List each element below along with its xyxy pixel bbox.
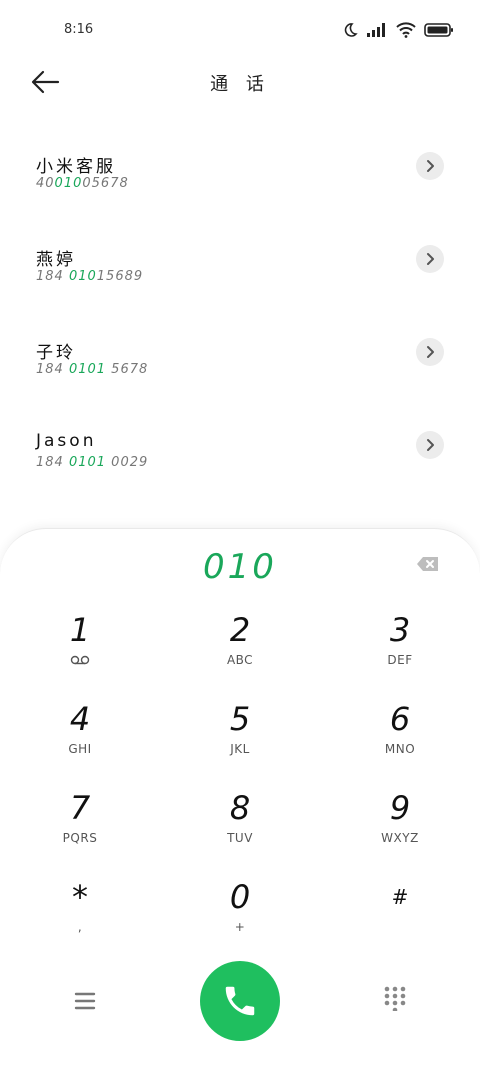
contact-number: 184 01015689 bbox=[36, 269, 143, 284]
status-bar: 8:16 bbox=[0, 0, 480, 60]
key-7[interactable]: 7 PQRS bbox=[20, 789, 140, 869]
contact-name: 燕婷 bbox=[36, 250, 76, 270]
key-letters: TUV bbox=[227, 831, 253, 845]
key-letters: + bbox=[234, 920, 246, 934]
contact-row[interactable]: 燕婷 184 01015689 bbox=[0, 213, 480, 306]
contact-row[interactable]: 小米客服 4001005678 bbox=[0, 120, 480, 213]
number-suffix: 15689 bbox=[96, 269, 144, 284]
key-digit: 9 bbox=[389, 789, 411, 827]
contact-name: 小米客服 bbox=[36, 157, 116, 177]
menu-icon bbox=[74, 992, 96, 1010]
contact-detail-button[interactable] bbox=[416, 431, 444, 459]
header: 通 话 bbox=[0, 60, 480, 106]
key-letters: DEF bbox=[387, 653, 413, 667]
number-suffix: 05678 bbox=[82, 176, 129, 191]
number-match: 010 bbox=[68, 269, 97, 284]
contact-name: 子玲 bbox=[36, 343, 76, 363]
battery-icon bbox=[424, 23, 453, 37]
contact-detail-button[interactable] bbox=[416, 338, 444, 366]
contact-row[interactable]: Jason 184 0101 0029 bbox=[0, 399, 480, 492]
signal-icon bbox=[367, 23, 385, 37]
dialpad-bottom-bar bbox=[0, 961, 480, 1041]
key-3[interactable]: 3 DEF bbox=[340, 611, 460, 691]
key-digit: # bbox=[391, 885, 409, 909]
key-letters: GHI bbox=[68, 742, 92, 756]
key-letters: JKL bbox=[230, 742, 250, 756]
phone-icon bbox=[225, 986, 255, 1016]
menu-button[interactable] bbox=[70, 989, 100, 1013]
number-prefix: 184 bbox=[36, 455, 69, 470]
call-button[interactable] bbox=[200, 961, 280, 1041]
key-4[interactable]: 4 GHI bbox=[20, 700, 140, 780]
backspace-button[interactable] bbox=[416, 555, 440, 573]
key-hash[interactable]: # bbox=[340, 878, 460, 958]
key-letters: , bbox=[77, 920, 83, 934]
status-time: 8:16 bbox=[64, 22, 94, 37]
key-2[interactable]: 2 ABC bbox=[180, 611, 300, 691]
contact-name: Jason bbox=[36, 431, 97, 451]
key-digit: 8 bbox=[229, 789, 251, 827]
number-match: 0101 bbox=[68, 362, 107, 377]
key-letters: MNO bbox=[384, 742, 416, 756]
key-digit: 2 bbox=[229, 611, 251, 649]
key-letters: ABC bbox=[226, 653, 254, 667]
contact-row[interactable]: 子玲 184 0101 5678 bbox=[0, 306, 480, 399]
number-prefix: 184 bbox=[36, 362, 69, 377]
status-icons bbox=[342, 22, 454, 38]
wifi-icon bbox=[396, 22, 416, 38]
key-0[interactable]: 0 + bbox=[180, 878, 300, 958]
key-digit: 4 bbox=[69, 700, 91, 738]
contact-detail-button[interactable] bbox=[416, 245, 444, 273]
key-digit: 1 bbox=[69, 611, 91, 649]
number-suffix: 5678 bbox=[106, 362, 149, 377]
number-prefix: 184 bbox=[36, 269, 69, 284]
key-star[interactable]: * , bbox=[20, 878, 140, 958]
key-letters: WXYZ bbox=[381, 831, 419, 845]
key-1[interactable]: 1 bbox=[20, 611, 140, 691]
key-digit: 7 bbox=[69, 789, 91, 827]
number-match: 010 bbox=[54, 176, 83, 191]
contact-detail-button[interactable] bbox=[416, 152, 444, 180]
number-suffix: 0029 bbox=[106, 455, 149, 470]
dialpad-panel: 010 1 2 ABC 3 DEF 4 GHI 5 JKL 6 MNO 7 PQ… bbox=[0, 528, 480, 1067]
chevron-right-icon bbox=[427, 439, 434, 451]
page-title: 通 话 bbox=[210, 74, 270, 95]
dialpad-icon bbox=[384, 986, 406, 1013]
key-6[interactable]: 6 MNO bbox=[340, 700, 460, 780]
key-letters: PQRS bbox=[62, 831, 98, 845]
keypad-toggle-button[interactable] bbox=[382, 985, 408, 1013]
key-digit: * bbox=[72, 878, 88, 916]
chevron-right-icon bbox=[427, 346, 434, 358]
dialed-number: 010 bbox=[203, 547, 277, 587]
chevron-right-icon bbox=[427, 160, 434, 172]
number-prefix: 40 bbox=[36, 176, 55, 191]
key-digit: 5 bbox=[229, 700, 251, 738]
key-5[interactable]: 5 JKL bbox=[180, 700, 300, 780]
chevron-right-icon bbox=[427, 253, 434, 265]
key-digit: 3 bbox=[389, 611, 411, 649]
contact-number: 184 0101 5678 bbox=[36, 362, 148, 377]
backspace-icon bbox=[417, 557, 438, 571]
key-digit: 0 bbox=[229, 878, 251, 916]
voicemail-icon bbox=[70, 655, 90, 665]
contact-number: 4001005678 bbox=[36, 176, 129, 191]
key-9[interactable]: 9 WXYZ bbox=[340, 789, 460, 869]
key-digit: 6 bbox=[389, 700, 411, 738]
number-match: 0101 bbox=[68, 455, 107, 470]
key-8[interactable]: 8 TUV bbox=[180, 789, 300, 869]
moon-icon bbox=[344, 23, 358, 37]
contact-number: 184 0101 0029 bbox=[36, 455, 148, 470]
